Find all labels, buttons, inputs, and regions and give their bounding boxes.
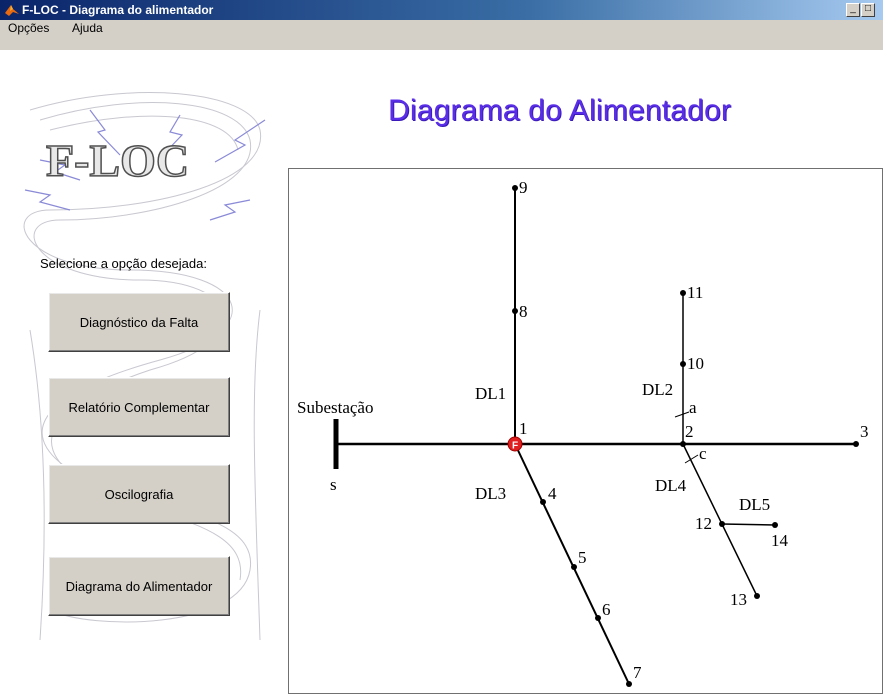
oscilografia-button[interactable]: Oscilografia (48, 464, 230, 524)
node-2 (680, 441, 686, 447)
page-title: Diagrama do Alimentador (388, 94, 732, 127)
line-dl5 (721, 523, 776, 526)
feeder-diagram-panel: F Subestação s DL1 DL2 DL3 DL4 DL5 a c 9… (288, 168, 883, 694)
node-7 (626, 681, 632, 687)
node-14 (772, 522, 778, 528)
node-8-label: 8 (519, 302, 528, 321)
node-6-label: 6 (602, 600, 611, 619)
node-8 (512, 308, 518, 314)
substation-label: Subestação (297, 398, 373, 417)
dl1-label: DL1 (475, 384, 506, 403)
node-13 (754, 593, 760, 599)
node-13-label: 13 (730, 590, 747, 609)
f-loc-logo: F-LOC (45, 134, 190, 187)
menu-bar: Opções Ajuda (0, 20, 883, 50)
point-a-mark (674, 411, 690, 418)
dl3-label: DL3 (475, 484, 506, 503)
point-a-label: a (689, 398, 697, 417)
dl4-label: DL4 (655, 476, 687, 495)
node-4 (540, 499, 546, 505)
node-5-label: 5 (578, 548, 587, 567)
client-area: F-LOC Selecione a opção desejada: Diagnó… (0, 50, 883, 694)
node-3-label: 3 (860, 422, 869, 441)
feeder-diagram: F Subestação s DL1 DL2 DL3 DL4 DL5 a c 9… (297, 178, 869, 687)
node-12 (719, 521, 725, 527)
point-c-label: c (699, 444, 707, 463)
node-11-label: 11 (687, 283, 703, 302)
node-9 (512, 185, 518, 191)
node-7-label: 7 (633, 663, 642, 682)
node-6 (595, 615, 601, 621)
title-bar: F-LOC - Diagrama do alimentador _ □ (0, 0, 883, 20)
matlab-icon (5, 5, 19, 16)
fault-marker[interactable]: F (507, 436, 523, 452)
node-10-label: 10 (687, 354, 704, 373)
node-14-label: 14 (771, 531, 789, 550)
substation-node-label: s (330, 475, 337, 494)
menu-opcoes[interactable]: Opções (6, 17, 51, 39)
maximize-button[interactable]: □ (861, 3, 875, 17)
node-1-label: 1 (519, 419, 528, 438)
menu-ajuda[interactable]: Ajuda (70, 17, 105, 39)
node-11 (680, 290, 686, 296)
selection-prompt: Selecione a opção desejada: (40, 256, 207, 271)
dl2-label: DL2 (642, 380, 673, 399)
dl5-label: DL5 (739, 495, 770, 514)
diagnostico-da-falta-button[interactable]: Diagnóstico da Falta (48, 292, 230, 352)
line-dl3 (514, 443, 630, 685)
fault-marker-label: F (512, 441, 518, 452)
diagrama-do-alimentador-button[interactable]: Diagrama do Alimentador (48, 556, 230, 616)
svg-text:F-LOC: F-LOC (46, 135, 189, 186)
node-2-label: 2 (685, 422, 694, 441)
node-12-label: 12 (695, 514, 712, 533)
node-5 (571, 564, 577, 570)
node-4-label: 4 (548, 484, 557, 503)
node-9-label: 9 (519, 178, 528, 197)
window-title: F-LOC - Diagrama do alimentador (22, 3, 214, 17)
minimize-button[interactable]: _ (846, 3, 860, 17)
node-3 (853, 441, 859, 447)
relatorio-complementar-button[interactable]: Relatório Complementar (48, 377, 230, 437)
node-10 (680, 361, 686, 367)
